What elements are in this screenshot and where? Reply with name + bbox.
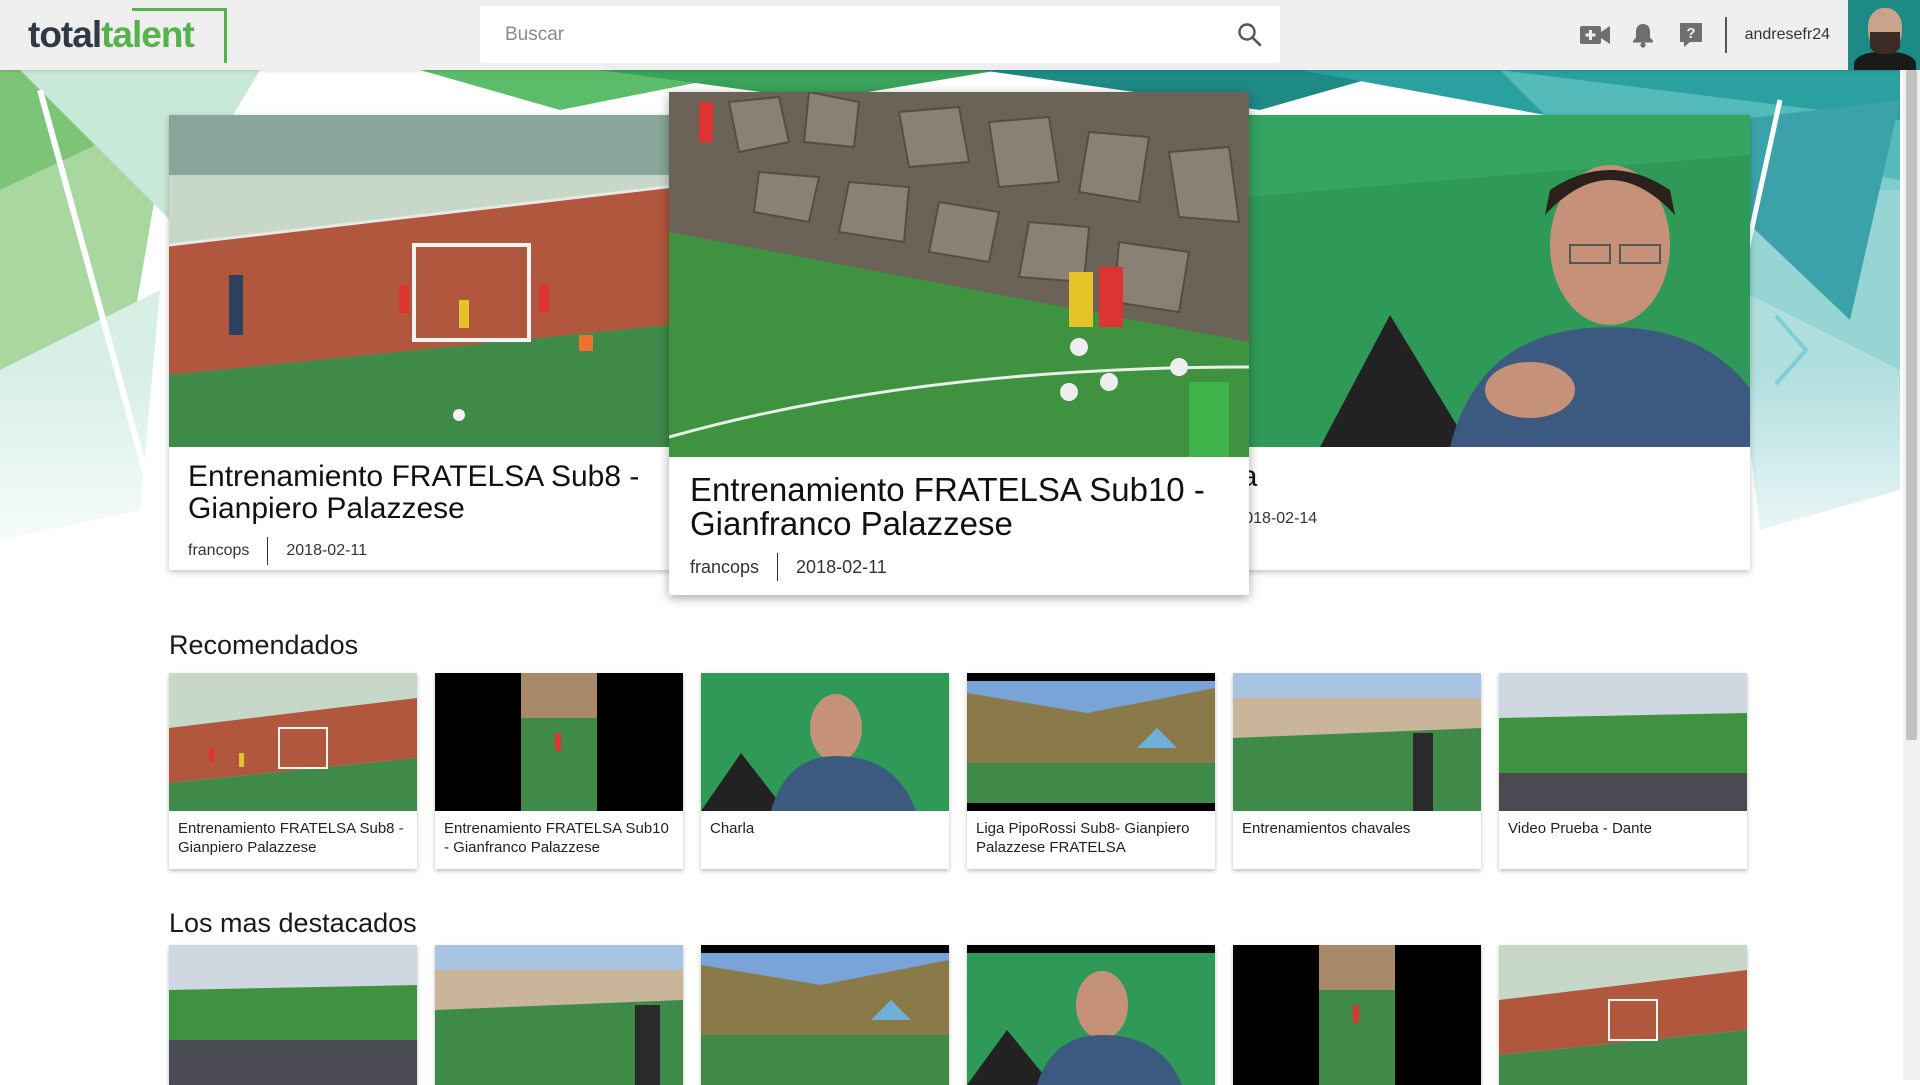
video-thumbnail[interactable]	[1233, 945, 1481, 1085]
video-thumbnail[interactable]	[1499, 673, 1747, 811]
scrollbar-thumb[interactable]	[1906, 70, 1917, 740]
video-author[interactable]: francops	[690, 557, 759, 578]
meta-divider	[777, 553, 779, 581]
video-tile[interactable]: Entrenamiento FRATELSA Sub10 - Gianfranc…	[435, 673, 683, 869]
recomendados-grid: Entrenamiento FRATELSA Sub8 - Gianpiero …	[169, 673, 1747, 869]
chevron-right-icon[interactable]	[1770, 305, 1810, 395]
video-author[interactable]: francops	[188, 542, 249, 560]
video-thumbnail[interactable]	[169, 945, 417, 1085]
video-thumbnail[interactable]	[967, 945, 1215, 1085]
hero-card-featured[interactable]: Entrenamiento FRATELSA Sub10 - Gianfranc…	[669, 92, 1249, 595]
logo-bracket-shape	[132, 8, 227, 63]
video-tile-title[interactable]: Entrenamiento FRATELSA Sub8 - Gianpiero …	[169, 811, 417, 869]
video-add-icon[interactable]	[1571, 0, 1619, 70]
app-logo[interactable]: totaltalent	[28, 6, 227, 64]
video-date: 2018-02-11	[286, 542, 368, 559]
username[interactable]: andresefr24	[1745, 26, 1830, 44]
search-input[interactable]	[480, 6, 1220, 63]
video-thumbnail[interactable]	[701, 945, 949, 1085]
section-title-destacados: Los mas destacados	[169, 908, 417, 938]
video-thumbnail[interactable]	[1233, 673, 1481, 811]
divider	[1724, 17, 1727, 53]
question-icon[interactable]: ?	[1667, 0, 1715, 70]
video-thumbnail[interactable]	[435, 673, 683, 811]
bell-icon[interactable]	[1619, 0, 1667, 70]
video-date: 2018-02-11	[796, 556, 887, 577]
video-tile-title[interactable]: Charla	[701, 811, 949, 869]
top-bar: totaltalent ? andresefr24	[0, 0, 1920, 70]
video-tile[interactable]: Liga PipoRossi Sub8- Gianpiero Palazzese…	[967, 673, 1215, 869]
meta-divider	[267, 537, 269, 565]
search-bar	[480, 6, 1280, 63]
video-thumbnail[interactable]	[435, 945, 683, 1085]
video-tile-title[interactable]: Entrenamiento FRATELSA Sub10 - Gianfranc…	[435, 811, 683, 869]
hero-video-title[interactable]: Entrenamiento FRATELSA Sub8 - Gianpiero …	[188, 461, 750, 525]
search-icon[interactable]	[1220, 6, 1280, 63]
section-title-recomendados: Recomendados	[169, 630, 359, 660]
page-scrollbar[interactable]	[1903, 70, 1920, 1080]
video-tile[interactable]: Entrenamiento FRATELSA Sub8 - Gianpiero …	[169, 673, 417, 869]
video-thumbnail[interactable]	[169, 673, 417, 811]
avatar[interactable]	[1848, 0, 1920, 70]
video-tile-title[interactable]: Entrenamientos chavales	[1233, 811, 1481, 869]
hero-video-title[interactable]: Entrenamiento FRATELSA Sub10 - Gianfranc…	[690, 473, 1228, 541]
video-thumbnail[interactable]	[669, 92, 1249, 457]
video-tile[interactable]: Charla	[701, 673, 949, 869]
video-tile-title[interactable]: Video Prueba - Dante	[1499, 811, 1747, 869]
svg-text:?: ?	[1686, 25, 1695, 42]
top-icons: ? andresefr24	[1571, 0, 1920, 70]
video-thumbnail[interactable]	[967, 673, 1215, 811]
video-thumbnail[interactable]	[1499, 945, 1747, 1085]
video-tile-title[interactable]: Liga PipoRossi Sub8- Gianpiero Palazzese…	[967, 811, 1215, 869]
video-tile[interactable]: Video Prueba - Dante	[1499, 673, 1747, 869]
video-thumbnail[interactable]	[701, 673, 949, 811]
video-tile[interactable]: Entrenamientos chavales	[1233, 673, 1481, 869]
destacados-grid	[169, 945, 1747, 1085]
hero-video-title[interactable]: Charla	[1169, 461, 1731, 493]
